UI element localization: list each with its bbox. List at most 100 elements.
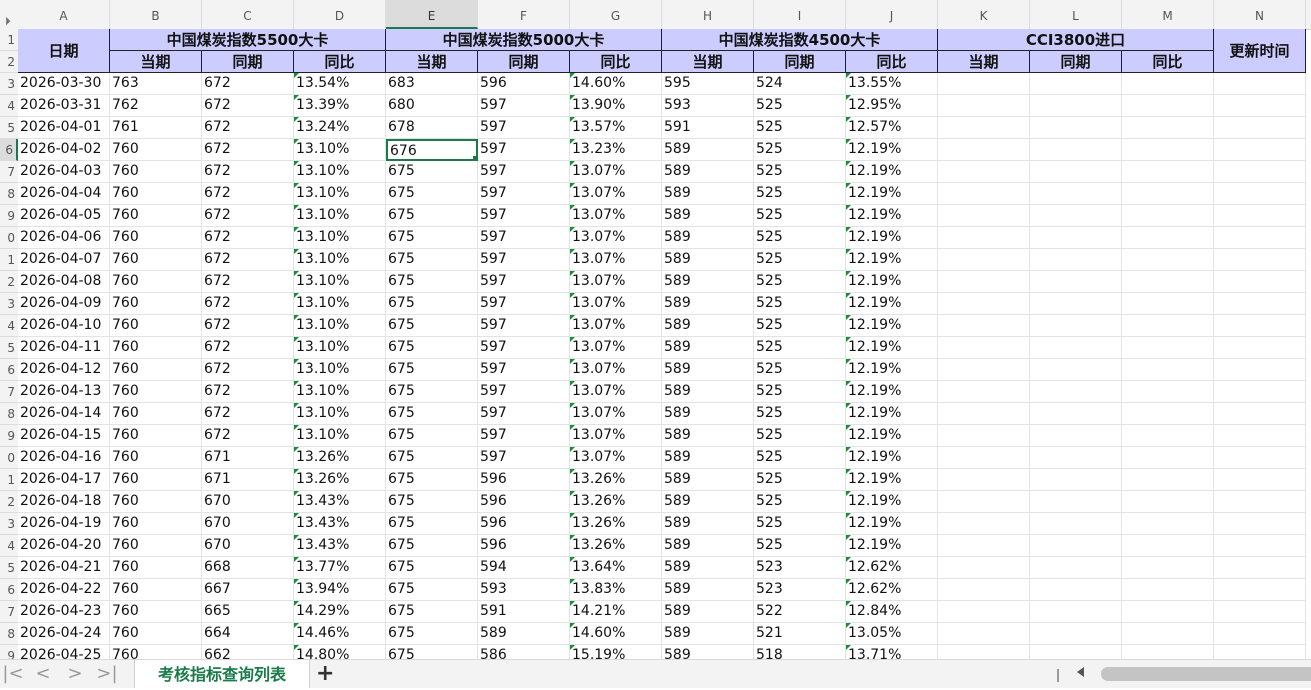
- data-cell[interactable]: 14.80%: [294, 645, 386, 659]
- data-cell[interactable]: [938, 491, 1030, 513]
- data-cell[interactable]: [938, 161, 1030, 183]
- data-cell[interactable]: 12.19%: [846, 447, 938, 469]
- row-header[interactable]: 7: [0, 601, 18, 623]
- data-cell[interactable]: [1030, 447, 1122, 469]
- data-cell[interactable]: 12.19%: [846, 293, 938, 315]
- data-cell[interactable]: 13.26%: [570, 469, 662, 491]
- date-cell[interactable]: 2026-04-25: [18, 645, 110, 659]
- data-cell[interactable]: 683: [386, 73, 478, 95]
- data-cell[interactable]: 672: [202, 359, 294, 381]
- data-cell[interactable]: 13.10%: [294, 403, 386, 425]
- column-header-g[interactable]: G: [570, 0, 662, 29]
- data-cell[interactable]: 13.10%: [294, 227, 386, 249]
- date-cell[interactable]: 2026-04-06: [18, 227, 110, 249]
- data-cell[interactable]: 12.19%: [846, 337, 938, 359]
- data-cell[interactable]: [1122, 513, 1214, 535]
- data-cell[interactable]: 13.07%: [570, 403, 662, 425]
- data-cell[interactable]: 760: [110, 403, 202, 425]
- data-cell[interactable]: [1030, 73, 1122, 95]
- data-cell[interactable]: 675: [386, 161, 478, 183]
- data-cell[interactable]: 675: [386, 623, 478, 645]
- data-cell[interactable]: 12.19%: [846, 513, 938, 535]
- data-cell[interactable]: [1214, 95, 1306, 117]
- data-cell[interactable]: 589: [662, 359, 754, 381]
- date-cell[interactable]: 2026-04-07: [18, 249, 110, 271]
- data-cell[interactable]: 589: [662, 447, 754, 469]
- data-cell[interactable]: 13.77%: [294, 557, 386, 579]
- data-cell[interactable]: 760: [110, 557, 202, 579]
- data-cell[interactable]: 760: [110, 249, 202, 271]
- data-cell[interactable]: [1030, 579, 1122, 601]
- data-cell[interactable]: 13.10%: [294, 249, 386, 271]
- horizontal-scrollbar[interactable]: [1101, 667, 1311, 681]
- date-cell[interactable]: 2026-04-20: [18, 535, 110, 557]
- data-cell[interactable]: [1214, 623, 1306, 645]
- data-cell[interactable]: [938, 425, 1030, 447]
- data-cell[interactable]: 12.19%: [846, 491, 938, 513]
- data-cell[interactable]: 525: [754, 513, 846, 535]
- data-cell[interactable]: 760: [110, 293, 202, 315]
- data-cell[interactable]: [938, 535, 1030, 557]
- data-cell[interactable]: 672: [202, 139, 294, 161]
- data-cell[interactable]: 589: [662, 161, 754, 183]
- data-cell[interactable]: 13.05%: [846, 623, 938, 645]
- data-cell[interactable]: [1214, 535, 1306, 557]
- date-cell[interactable]: 2026-04-02: [18, 139, 110, 161]
- data-cell[interactable]: 525: [754, 469, 846, 491]
- row-header[interactable]: 9: [0, 205, 18, 227]
- data-cell[interactable]: 13.55%: [846, 73, 938, 95]
- scroll-left-icon[interactable]: [1077, 667, 1084, 677]
- data-cell[interactable]: 675: [386, 513, 478, 535]
- data-cell[interactable]: [1214, 557, 1306, 579]
- data-cell[interactable]: 13.57%: [570, 117, 662, 139]
- data-cell[interactable]: 589: [662, 315, 754, 337]
- data-cell[interactable]: 13.94%: [294, 579, 386, 601]
- data-cell[interactable]: 672: [202, 73, 294, 95]
- data-cell[interactable]: 597: [478, 117, 570, 139]
- data-cell[interactable]: 525: [754, 359, 846, 381]
- data-cell[interactable]: [1030, 645, 1122, 659]
- data-cell[interactable]: 596: [478, 469, 570, 491]
- data-cell[interactable]: [1214, 249, 1306, 271]
- data-cell[interactable]: 760: [110, 447, 202, 469]
- data-cell[interactable]: 593: [662, 95, 754, 117]
- column-header-e[interactable]: E: [386, 0, 478, 29]
- data-cell[interactable]: 12.19%: [846, 227, 938, 249]
- data-cell[interactable]: 675: [386, 205, 478, 227]
- data-cell[interactable]: [1214, 601, 1306, 623]
- data-cell[interactable]: 525: [754, 249, 846, 271]
- data-cell[interactable]: 14.60%: [570, 623, 662, 645]
- data-cell[interactable]: 761: [110, 117, 202, 139]
- data-cell[interactable]: 597: [478, 271, 570, 293]
- data-cell[interactable]: [1030, 469, 1122, 491]
- data-cell[interactable]: 589: [662, 293, 754, 315]
- data-cell[interactable]: 668: [202, 557, 294, 579]
- data-cell[interactable]: [1214, 359, 1306, 381]
- data-cell[interactable]: 760: [110, 271, 202, 293]
- data-cell[interactable]: [1214, 315, 1306, 337]
- data-cell[interactable]: 589: [662, 337, 754, 359]
- row-header[interactable]: 8: [0, 403, 18, 425]
- data-cell[interactable]: 675: [386, 227, 478, 249]
- data-cell[interactable]: [1030, 381, 1122, 403]
- data-cell[interactable]: 525: [754, 535, 846, 557]
- data-cell[interactable]: [1122, 381, 1214, 403]
- data-cell[interactable]: 12.19%: [846, 315, 938, 337]
- data-cell[interactable]: 760: [110, 359, 202, 381]
- select-all-corner[interactable]: [0, 0, 18, 29]
- row-header[interactable]: 3: [0, 73, 18, 95]
- data-cell[interactable]: 12.19%: [846, 469, 938, 491]
- data-cell[interactable]: 597: [478, 161, 570, 183]
- data-cell[interactable]: [1122, 73, 1214, 95]
- data-cell[interactable]: [1214, 293, 1306, 315]
- data-cell[interactable]: [1122, 205, 1214, 227]
- data-cell[interactable]: 13.10%: [294, 293, 386, 315]
- data-cell[interactable]: [1122, 447, 1214, 469]
- data-cell[interactable]: 672: [202, 381, 294, 403]
- data-cell[interactable]: [1030, 271, 1122, 293]
- data-cell[interactable]: [1122, 469, 1214, 491]
- data-cell[interactable]: [1122, 337, 1214, 359]
- data-cell[interactable]: 522: [754, 601, 846, 623]
- row-header[interactable]: 6: [0, 579, 18, 601]
- row-header[interactable]: 4: [0, 95, 18, 117]
